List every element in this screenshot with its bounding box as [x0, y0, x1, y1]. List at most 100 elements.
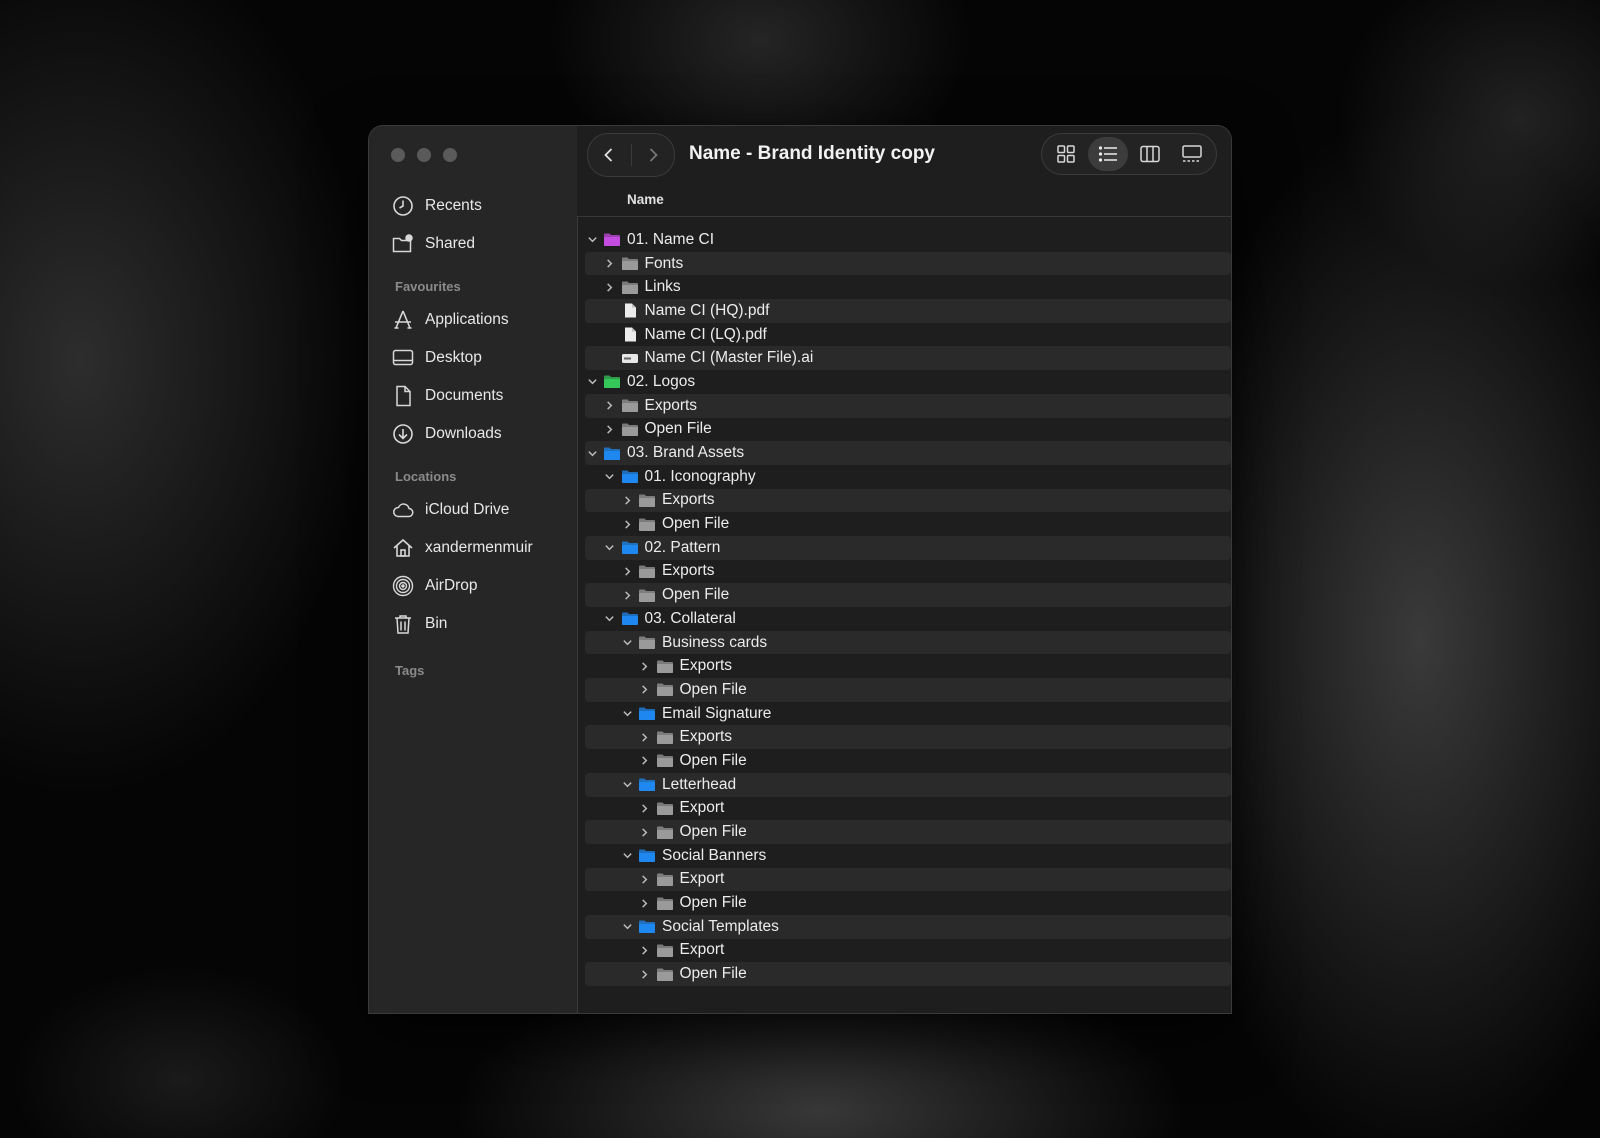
chevron-right-icon[interactable] [638, 872, 652, 886]
chevron-right-icon[interactable] [620, 493, 634, 507]
chevron-right-icon[interactable] [638, 659, 652, 673]
chevron-right-icon[interactable] [638, 754, 652, 768]
sidebar-item-downloads[interactable]: Downloads [391, 419, 502, 449]
chevron-down-icon[interactable] [585, 446, 599, 460]
chevron-right-icon[interactable] [620, 517, 634, 531]
file-row[interactable]: Letterhead [585, 772, 1231, 797]
chevron-right-icon[interactable] [620, 564, 634, 578]
file-name: Export [679, 870, 725, 888]
chevron-down-icon[interactable] [620, 707, 634, 721]
file-row[interactable]: Name CI (LQ).pdf [585, 323, 1231, 347]
file-row[interactable]: Open File [585, 820, 1231, 844]
file-row[interactable]: Business cards [585, 630, 1231, 655]
file-row[interactable]: Exports [585, 560, 1231, 584]
finder-window: Recents Shared Favourites Applications D… [369, 126, 1231, 1013]
file-row[interactable]: Fonts [585, 251, 1231, 276]
file-row[interactable]: 01. Iconography [585, 465, 1231, 489]
file-name: Open File [679, 965, 747, 983]
file-row[interactable]: Social Banners [585, 844, 1231, 868]
file-row[interactable]: Open File [585, 891, 1231, 915]
sidebar-item-recents[interactable]: Recents [391, 191, 482, 221]
file-row[interactable]: Exports [585, 725, 1231, 750]
chevron-down-icon[interactable] [585, 233, 599, 247]
sidebar-item-applications[interactable]: Applications [391, 305, 509, 335]
column-header[interactable]: Name [577, 184, 1231, 217]
zoom-button[interactable] [443, 148, 457, 162]
file-name: Open File [662, 515, 730, 533]
sidebar-item-airdrop[interactable]: AirDrop [391, 571, 478, 601]
file-row[interactable]: Export [585, 797, 1231, 821]
file-name: 01. Iconography [644, 467, 756, 485]
file-row[interactable]: Email Signature [585, 702, 1231, 726]
sidebar-item-documents[interactable]: Documents [391, 381, 503, 411]
chevron-down-icon[interactable] [603, 470, 617, 484]
sidebar-item-home[interactable]: xandermenmuir [391, 533, 533, 563]
file-name: Open File [679, 823, 747, 841]
gallery-view-button[interactable] [1172, 137, 1212, 171]
back-button[interactable] [588, 134, 631, 176]
chevron-right-icon[interactable] [620, 588, 634, 602]
file-row[interactable]: 03. Collateral [585, 607, 1231, 631]
file-row[interactable]: Exports [585, 654, 1231, 678]
file-row[interactable]: Open File [585, 583, 1231, 607]
forward-button[interactable] [631, 134, 674, 176]
column-view-button[interactable] [1130, 137, 1170, 171]
folder-icon [621, 398, 639, 414]
file-row[interactable]: 01. Name CI [585, 228, 1231, 252]
chevron-right-icon[interactable] [603, 280, 617, 294]
chevron-right-icon[interactable] [638, 825, 652, 839]
file-row[interactable]: Open File [585, 749, 1231, 773]
folder-icon [638, 706, 656, 722]
chevron-down-icon[interactable] [603, 612, 617, 626]
document-icon [621, 327, 639, 343]
file-row[interactable]: Open File [585, 678, 1231, 702]
sidebar-item-shared[interactable]: Shared [391, 229, 475, 259]
file-row[interactable]: 02. Logos [585, 370, 1231, 394]
file-row[interactable]: Name CI (HQ).pdf [585, 299, 1231, 323]
column-name-header[interactable]: Name [627, 192, 664, 207]
chevron-right-icon[interactable] [603, 257, 617, 271]
file-row[interactable]: Export [585, 939, 1231, 963]
file-row[interactable]: Social Templates [585, 914, 1231, 939]
chevron-right-icon[interactable] [638, 683, 652, 697]
chevron-down-icon[interactable] [620, 849, 634, 863]
chevron-down-icon[interactable] [620, 778, 634, 792]
icon-view-button[interactable] [1046, 137, 1086, 171]
file-row[interactable]: Exports [585, 393, 1231, 418]
sidebar-item-icloud-drive[interactable]: iCloud Drive [391, 495, 509, 525]
file-row[interactable]: Exports [585, 488, 1231, 513]
file-row[interactable]: Export [585, 867, 1231, 892]
chevron-right-icon[interactable] [638, 967, 652, 981]
folder-icon [638, 516, 656, 532]
list-view-button[interactable] [1088, 137, 1128, 171]
file-row[interactable]: Open File [585, 962, 1231, 986]
folder-icon [656, 824, 674, 840]
chevron-right-icon[interactable] [603, 399, 617, 413]
close-button[interactable] [391, 148, 405, 162]
file-row[interactable]: Name CI (Master File).ai [585, 346, 1231, 371]
chevron-right-icon [649, 148, 658, 162]
minimize-button[interactable] [417, 148, 431, 162]
chevron-down-icon[interactable] [603, 541, 617, 555]
chevron-right-icon[interactable] [638, 730, 652, 744]
chevron-down-icon[interactable] [585, 375, 599, 389]
shared-folder-icon [391, 232, 415, 256]
gallery-icon [1182, 145, 1202, 162]
sidebar: Recents Shared Favourites Applications D… [369, 126, 578, 1013]
sidebar-item-bin[interactable]: Bin [391, 609, 447, 639]
chevron-right-icon[interactable] [638, 943, 652, 957]
chevron-down-icon[interactable] [620, 636, 634, 650]
sidebar-item-desktop[interactable]: Desktop [391, 343, 482, 373]
chevron-right-icon[interactable] [638, 801, 652, 815]
chevron-right-icon[interactable] [603, 422, 617, 436]
file-name: Exports [679, 728, 733, 746]
file-row[interactable]: Open File [585, 418, 1231, 442]
chevron-down-icon[interactable] [620, 920, 634, 934]
file-row[interactable]: 03. Brand Assets [585, 441, 1231, 465]
file-row[interactable]: 02. Pattern [585, 535, 1231, 560]
sidebar-item-label: Documents [425, 387, 504, 404]
file-row[interactable]: Open File [585, 512, 1231, 536]
chevron-right-icon[interactable] [638, 896, 652, 910]
file-row[interactable]: Links [585, 275, 1231, 299]
